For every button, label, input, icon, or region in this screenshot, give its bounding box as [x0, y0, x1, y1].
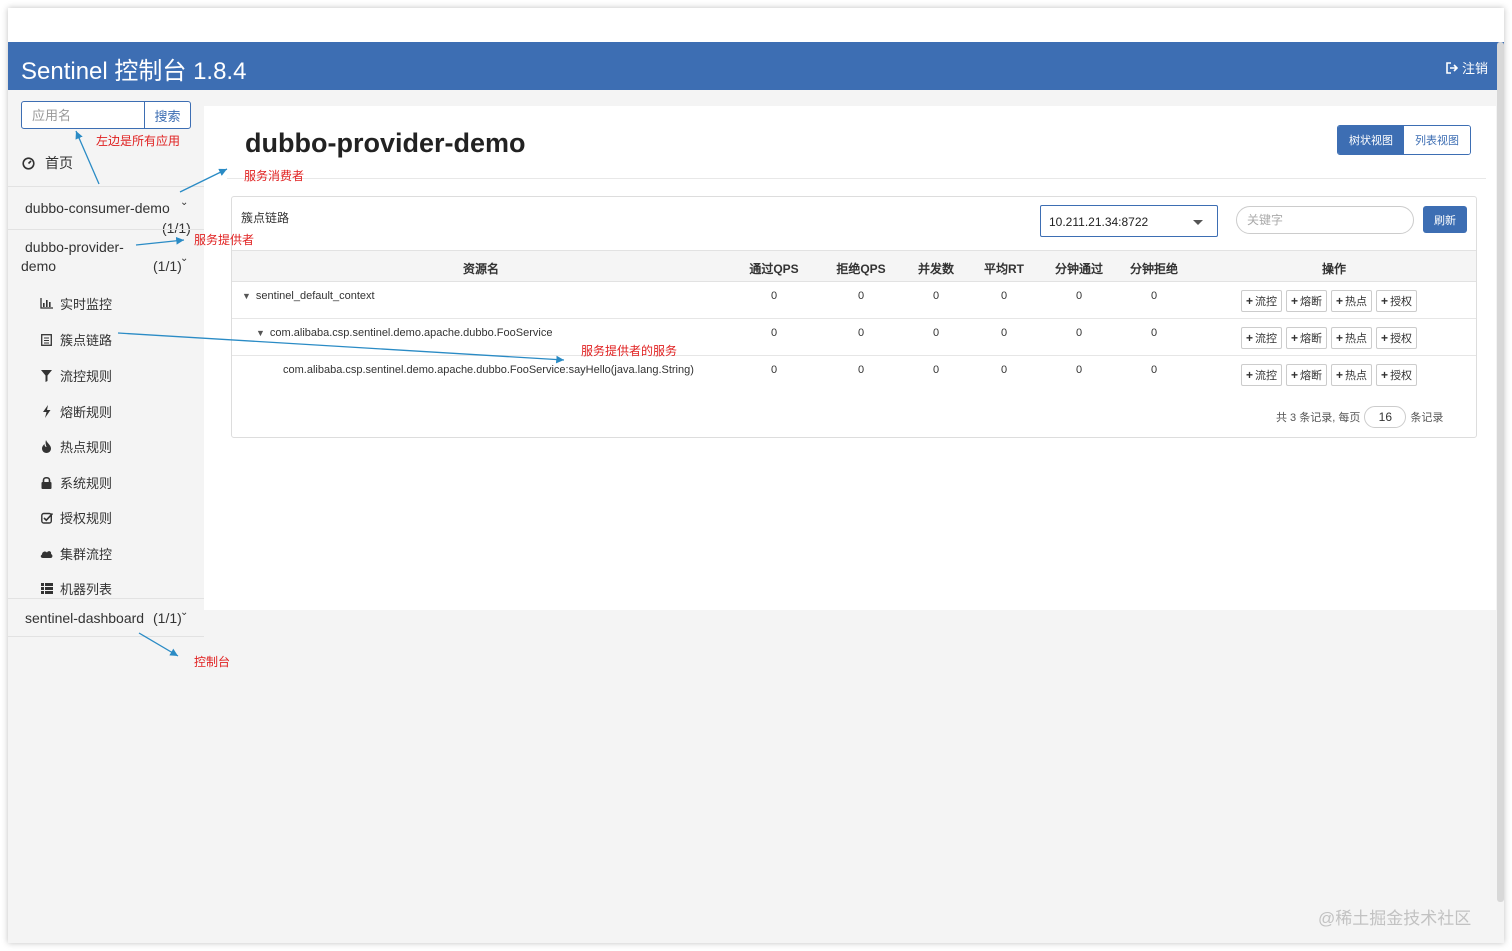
annotation-consumer: 服务消费者 — [244, 169, 305, 183]
annotation-dashboard: 控制台 — [194, 655, 231, 669]
annotation-arrow — [117, 332, 565, 364]
annotation-arrow — [179, 168, 228, 193]
watermark: @稀土掘金技术社区 — [1318, 909, 1472, 928]
annotation-provider: 服务提供者 — [194, 233, 255, 247]
annotation-arrow — [135, 236, 185, 246]
annotation-all-apps: 左边是所有应用 — [96, 134, 181, 148]
browser-window: Sentinel 控制台 1.8.4 注销 搜索 首页 dubbo-consum… — [8, 8, 1504, 943]
annotation-arrow — [138, 632, 179, 657]
annotation-provider-service: 服务提供者的服务 — [581, 344, 678, 358]
annotation-arrows — [75, 130, 565, 657]
